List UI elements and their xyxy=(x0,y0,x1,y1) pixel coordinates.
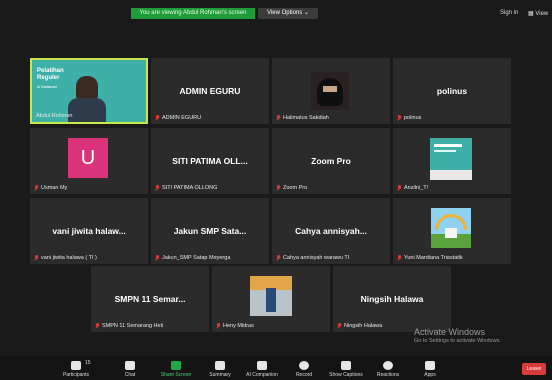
summary-button[interactable]: Summary xyxy=(200,361,240,378)
mic-muted-icon xyxy=(34,185,39,191)
participant-label: Yuni Mardiana Triastatik xyxy=(397,255,463,261)
participant-name: Jakun SMP Sata... xyxy=(173,226,247,236)
meeting-toolbar: Participants 15 Chat Share Screen Summar… xyxy=(0,356,552,380)
mic-muted-icon xyxy=(276,185,281,191)
participant-name: ADMIN EGURU xyxy=(179,86,241,96)
ai-companion-button[interactable]: AI Companion xyxy=(242,361,282,378)
participant-label: Zoom Pro xyxy=(276,185,307,191)
video-tile[interactable]: Zoom Pro Zoom Pro xyxy=(272,128,390,194)
mic-muted-icon xyxy=(397,185,402,191)
video-tile[interactable]: Cahya annisyah... Cahya annisyah warawu … xyxy=(272,198,390,264)
participants-icon xyxy=(71,361,81,370)
chat-icon xyxy=(125,361,135,370)
reactions-icon xyxy=(383,361,393,370)
video-tile[interactable]: SMPN 11 Semar... SMPN 11 Semarang Heti xyxy=(91,266,209,332)
share-screen-icon xyxy=(171,361,181,370)
participant-photo xyxy=(431,208,471,248)
participant-photo xyxy=(430,138,472,180)
screen-share-banner: You are viewing Abdul Rohman's screen xyxy=(131,8,255,19)
apps-icon xyxy=(425,361,435,370)
slide-subtitle: di Mataram xyxy=(37,84,58,89)
participant-label: Usman My xyxy=(34,185,67,191)
presenter-body xyxy=(68,98,106,122)
video-tile[interactable]: Heny Midras xyxy=(212,266,330,332)
participant-name: Cahya annisyah... xyxy=(295,226,367,236)
share-screen-button[interactable]: Share Screen xyxy=(156,361,196,378)
view-options-button[interactable]: View Options ⌄ xyxy=(258,8,318,19)
participant-photo xyxy=(250,276,292,316)
activate-windows-watermark: Activate Windows Go to Settings to activ… xyxy=(414,327,501,344)
leave-button[interactable]: Leave xyxy=(522,363,546,375)
slide-title: Pelatihan Reguler xyxy=(37,68,64,81)
participant-photo xyxy=(311,72,349,110)
mic-muted-icon xyxy=(397,255,402,261)
participant-label: Anzilni_T! xyxy=(397,185,428,191)
participant-name: Ningsih Halawa xyxy=(360,294,424,304)
participant-label: Heny Midras xyxy=(216,323,254,329)
participant-name: Zoom Pro xyxy=(311,156,351,166)
participant-label: Abdul Rohman xyxy=(36,113,73,119)
video-tile[interactable]: vani jiwita halaw... vani jiwita halawa … xyxy=(30,198,148,264)
video-tile[interactable]: polinus polinus xyxy=(393,58,511,124)
participant-name: SMPN 11 Semar... xyxy=(114,294,186,304)
avatar: U xyxy=(68,138,108,178)
video-tile[interactable]: ADMIN EGURU ADMIN EGURU xyxy=(151,58,269,124)
video-tile[interactable]: Yuni Mardiana Triastatik xyxy=(393,198,511,264)
mic-muted-icon xyxy=(155,115,160,121)
video-tile[interactable]: Halimatus Sakdiah xyxy=(272,58,390,124)
summary-icon xyxy=(215,361,225,370)
mic-muted-icon xyxy=(155,185,160,191)
video-tile[interactable]: Pelatihan Reguler di Mataram Abdul Rohma… xyxy=(30,58,148,124)
presenter-figure xyxy=(76,76,98,100)
participant-label: SITI PATIMA OLLONG xyxy=(155,185,217,191)
video-tile[interactable]: Jakun SMP Sata... Jakun_SMP Satap Meyerg… xyxy=(151,198,269,264)
video-tile[interactable]: Ningsih Halawa Ningsih Halawa xyxy=(333,266,451,332)
participant-name: polinus xyxy=(436,86,468,96)
sign-in-link[interactable]: Sign in xyxy=(500,10,518,16)
participant-label: Jakun_SMP Satap Meyerga xyxy=(155,255,230,261)
participant-name: vani jiwita halaw... xyxy=(52,226,126,236)
grid-icon: ▦ xyxy=(528,11,534,17)
mic-muted-icon xyxy=(155,255,160,261)
record-button[interactable]: Record xyxy=(284,361,324,378)
apps-button[interactable]: Apps xyxy=(410,361,450,378)
participant-name: SITI PATIMA OLL... xyxy=(172,156,248,166)
sparkle-icon xyxy=(257,361,267,370)
participant-label: Cahya annisyah warawu TI xyxy=(276,255,349,261)
reactions-button[interactable]: Reactions xyxy=(368,361,408,378)
video-tile[interactable]: SITI PATIMA OLL... SITI PATIMA OLLONG xyxy=(151,128,269,194)
mic-muted-icon xyxy=(397,115,402,121)
mic-muted-icon xyxy=(276,115,281,121)
participant-label: polinus xyxy=(397,115,421,121)
show-captions-button[interactable]: Show Captions xyxy=(326,361,366,378)
mic-muted-icon xyxy=(276,255,281,261)
mic-muted-icon xyxy=(337,323,342,329)
record-icon xyxy=(299,361,309,370)
mic-muted-icon xyxy=(95,323,100,329)
participants-count: 15 xyxy=(85,360,91,366)
participant-label: SMPN 11 Semarang Heti xyxy=(95,323,163,329)
participant-label: ADMIN EGURU xyxy=(155,115,201,121)
video-tile[interactable]: U Usman My xyxy=(30,128,148,194)
participant-label: Ningsih Halawa xyxy=(337,323,382,329)
participant-label: vani jiwita halawa ( TI ) xyxy=(34,255,97,261)
mic-muted-icon xyxy=(34,255,39,261)
video-tile[interactable]: Anzilni_T! xyxy=(393,128,511,194)
captions-icon xyxy=(341,361,351,370)
chat-button[interactable]: Chat xyxy=(110,361,150,378)
mic-muted-icon xyxy=(216,323,221,329)
view-button[interactable]: ▦ View xyxy=(528,10,548,17)
participant-label: Halimatus Sakdiah xyxy=(276,115,329,121)
